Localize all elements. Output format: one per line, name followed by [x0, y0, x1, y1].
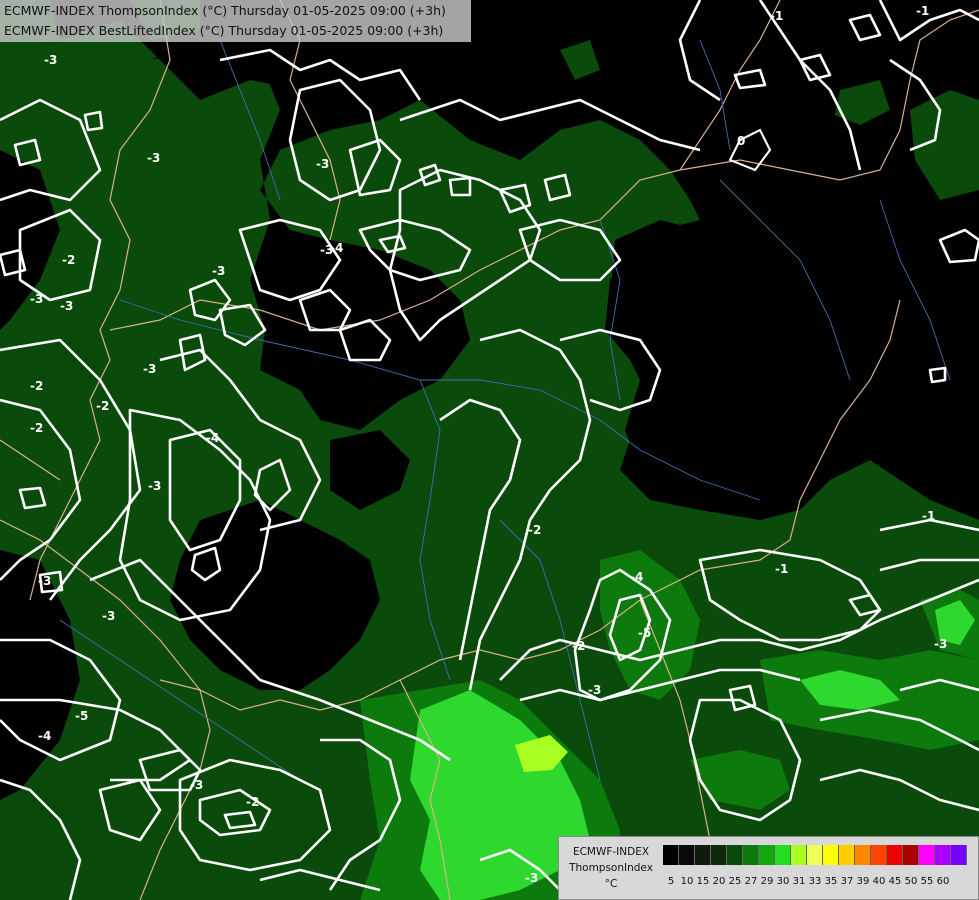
- legend-swatch: [823, 845, 839, 865]
- legend-tick-label: 35: [824, 876, 838, 887]
- legend-unit-label: °C: [604, 878, 618, 890]
- contour-label: -3: [320, 243, 333, 257]
- legend-swatch: [935, 845, 951, 865]
- legend-swatch: [855, 845, 871, 865]
- legend-tick-label: 10: [680, 876, 694, 887]
- legend-swatch: [951, 845, 967, 865]
- legend-tick-label: 15: [696, 876, 710, 887]
- legend-swatch: [759, 845, 775, 865]
- legend-model-label: ECMWF-INDEX: [572, 846, 650, 858]
- title-box: ECMWF-INDEX ThompsonIndex (°C) Thursday …: [0, 0, 471, 42]
- title-thompson-index: ECMWF-INDEX ThompsonIndex (°C) Thursday …: [4, 3, 446, 18]
- contour-label: -3: [38, 574, 51, 588]
- legend-parameter-label: ThompsonIndex: [569, 862, 653, 874]
- title-best-lifted-index: ECMWF-INDEX BestLiftedIndex (°C) Thursda…: [4, 23, 444, 38]
- contour-label: -2: [62, 253, 75, 267]
- legend-swatch: [903, 845, 919, 865]
- contour-label: -1: [922, 509, 935, 523]
- contour-label: -3: [143, 362, 156, 376]
- legend-swatch: [711, 845, 727, 865]
- contour-label: -1: [770, 9, 783, 23]
- legend-swatch: [727, 845, 743, 865]
- legend-tick-label: 20: [712, 876, 726, 887]
- contour-label: -3: [190, 778, 203, 792]
- contour-label: -3: [934, 637, 947, 651]
- legend-swatch: [887, 845, 903, 865]
- weather-map: -3 -3 -2 -3 -3 -4 -3 -3 -3 -3 -2 -4 -3 -3 -2 -2 -1 0 -1 -4 -…: [0, 0, 979, 900]
- contour-label: -4: [206, 431, 219, 445]
- legend-tick-label: 39: [856, 876, 870, 887]
- legend-swatch: [871, 845, 887, 865]
- legend-tick-label: 40: [872, 876, 886, 887]
- contour-label: -3: [148, 479, 161, 493]
- contour-label: -3: [212, 264, 225, 278]
- legend-swatch: [919, 845, 935, 865]
- contour-label: -3: [60, 299, 73, 313]
- contour-label: -1: [775, 562, 788, 576]
- contour-label: -2: [246, 795, 259, 809]
- legend-tick-label: 37: [840, 876, 854, 887]
- contour-label: -2: [528, 523, 541, 537]
- legend-swatch: [743, 845, 759, 865]
- legend-swatch: [663, 845, 679, 865]
- contour-label: 0: [737, 134, 745, 148]
- legend-swatch: [839, 845, 855, 865]
- contour-label: -4: [38, 729, 51, 743]
- legend-tick-label: 50: [904, 876, 918, 887]
- map-canvas: -3 -3 -2 -3 -3 -4 -3 -3 -3 -3 -2 -4 -3 -3 -2 -2 -1 0 -1 -4 -…: [0, 0, 979, 900]
- contour-label: -2: [96, 399, 109, 413]
- contour-label: -2: [30, 379, 43, 393]
- contour-label: -4: [630, 570, 643, 584]
- legend-tick-label: 31: [792, 876, 806, 887]
- contour-label: -3: [44, 53, 57, 67]
- legend-tick-label: 29: [760, 876, 774, 887]
- legend-swatch: [695, 845, 711, 865]
- legend-tick-label: 55: [920, 876, 934, 887]
- legend-tick-label: 33: [808, 876, 822, 887]
- contour-label: -3: [30, 292, 43, 306]
- legend-swatch: [775, 845, 791, 865]
- contour-label: -2: [30, 421, 43, 435]
- contour-label: -1: [916, 4, 929, 18]
- contour-label: -5: [75, 709, 88, 723]
- contour-label: -5: [638, 626, 651, 640]
- legend-swatch: [791, 845, 807, 865]
- contour-label: -3: [525, 871, 538, 885]
- contour-label: -3: [102, 609, 115, 623]
- contour-label: -3: [147, 151, 160, 165]
- legend-tick-label: 5: [667, 876, 675, 887]
- legend-tick-label: 27: [744, 876, 758, 887]
- legend-tick-label: 60: [936, 876, 950, 887]
- legend-tick-label: 45: [888, 876, 902, 887]
- legend-swatch: [807, 845, 823, 865]
- legend-tick-label: 30: [776, 876, 790, 887]
- legend-ticks: 5 10 15 20 25 27 29 30 31 33 35 37 39 40 45 50 55 60: [663, 876, 951, 890]
- legend-tick-label: 25: [728, 876, 742, 887]
- contour-label: -3: [316, 157, 329, 171]
- color-legend: ECMWF-INDEX ThompsonIndex °C 5 10 15 20 25 27…: [558, 836, 979, 900]
- legend-color-bar: [663, 845, 967, 865]
- legend-swatch: [679, 845, 695, 865]
- contour-label: -3: [588, 683, 601, 697]
- contour-label: -2: [572, 639, 585, 653]
